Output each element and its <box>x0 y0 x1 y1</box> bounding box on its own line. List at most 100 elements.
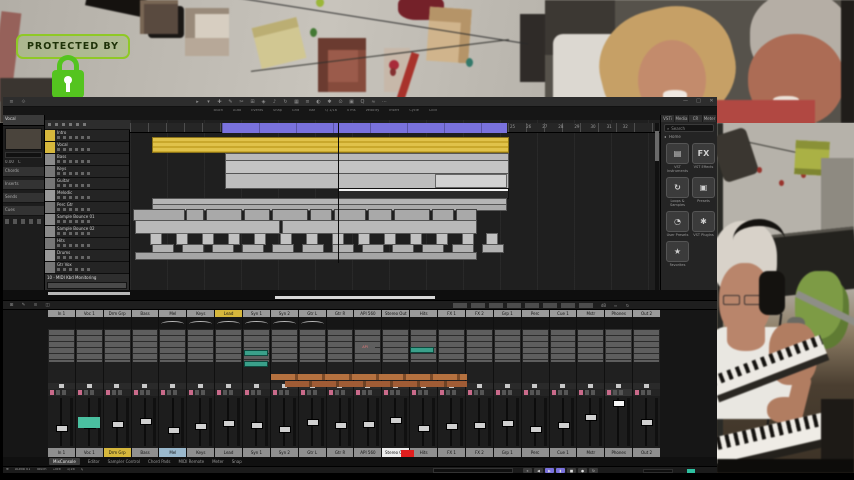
mixer-tool-icon-right[interactable]: ≈ <box>611 303 620 308</box>
channel-name-label[interactable]: Mstr <box>577 448 604 457</box>
tool-icon[interactable]: ▾ <box>204 99 213 105</box>
track-row[interactable]: Sample Bounce 01 <box>45 214 129 226</box>
lower-zone-tab[interactable]: MIDI Remote <box>179 459 205 464</box>
pan-control[interactable] <box>522 383 549 389</box>
fader-cap[interactable] <box>446 423 458 430</box>
channel-buttons[interactable] <box>106 390 129 395</box>
tool-icon[interactable]: ▦ <box>292 99 301 105</box>
fader-cap[interactable] <box>307 419 319 426</box>
audio-clip[interactable] <box>152 137 509 153</box>
channel-buttons[interactable] <box>273 390 296 395</box>
track-name[interactable]: Guitar <box>57 179 127 183</box>
window-control-button[interactable]: □ <box>694 98 703 104</box>
channel-buttons[interactable] <box>552 390 575 395</box>
fader-cap[interactable] <box>251 422 263 429</box>
channel-name-label[interactable]: Syn 1 <box>243 448 270 457</box>
status-item[interactable]: Click <box>53 468 61 472</box>
tool-icon[interactable]: ↻ <box>281 99 290 105</box>
inspector-buttons[interactable] <box>5 219 42 224</box>
status-item[interactable]: Q <box>81 468 84 472</box>
arrange-vscrollbar[interactable] <box>655 123 659 290</box>
mixer-tool-icon-right[interactable]: ↻ <box>623 303 632 308</box>
media-tile-icon[interactable]: ↻ <box>666 177 689 198</box>
channel-buttons[interactable] <box>217 390 240 395</box>
track-name[interactable]: Sample Bounce 01 <box>57 215 127 219</box>
channel-name-label[interactable]: Lead <box>215 448 242 457</box>
track-name[interactable]: Drums <box>57 251 127 255</box>
channel-insert-slots[interactable] <box>411 330 436 362</box>
timeline-ruler[interactable]: 2526272829303132 <box>130 123 660 133</box>
media-search-input[interactable]: ⌕ Search <box>664 124 714 132</box>
status-item[interactable]: ⊕ <box>6 468 9 472</box>
mixer-channel[interactable]: Voc 1 Voc 1 <box>76 310 103 457</box>
channel-buttons[interactable] <box>440 390 463 395</box>
mixer-channel[interactable]: Mel Mel <box>159 310 186 457</box>
channel-header[interactable]: Phones <box>605 310 632 317</box>
group-track-row[interactable]: 10 · MIDI Kbd Monitoring <box>45 274 129 290</box>
channel-insert-slots[interactable] <box>439 330 464 362</box>
track-controls[interactable] <box>57 148 93 151</box>
track-row[interactable]: Keys <box>45 166 129 178</box>
channel-name-label[interactable]: Cue 1 <box>550 448 577 457</box>
track-row[interactable]: Bass <box>45 154 129 166</box>
status-item[interactable]: 1/16 <box>67 468 75 472</box>
tool-icon[interactable]: ▣ <box>347 99 356 105</box>
track-controls[interactable] <box>57 256 93 259</box>
pan-control[interactable] <box>187 383 214 389</box>
info-field[interactable]: Q 1/16 <box>325 109 337 113</box>
volume-value[interactable]: 0.00 <box>5 160 14 164</box>
info-field[interactable]: Auto <box>233 109 241 113</box>
arrange-vscroll-handle[interactable] <box>655 131 659 161</box>
info-field[interactable]: Velocity <box>366 109 380 113</box>
mixer-channel[interactable]: In 1 In 1 <box>48 310 75 457</box>
pan-control[interactable] <box>104 383 131 389</box>
channel-name-label[interactable]: Drm Grp <box>104 448 131 457</box>
window-control-button[interactable]: ✕ <box>707 98 716 104</box>
track-name[interactable]: Hits <box>57 239 127 243</box>
media-tile[interactable]: ✱ VST PlugIns <box>692 211 715 237</box>
channel-insert-slots[interactable] <box>133 330 158 362</box>
channel-header[interactable]: FX 2 <box>466 310 493 317</box>
info-field[interactable]: Click <box>429 109 437 113</box>
insert-slot-active-3[interactable] <box>410 347 434 353</box>
info-field[interactable]: Events <box>251 109 263 113</box>
pan-control[interactable] <box>494 383 521 389</box>
channel-insert-slots[interactable] <box>77 330 102 362</box>
info-field[interactable]: Cycle <box>409 109 419 113</box>
channel-header[interactable]: Hits <box>410 310 437 317</box>
menu-icon[interactable]: ≡⟐ <box>7 99 28 105</box>
lower-zone-tab[interactable]: MixConsole <box>49 458 80 465</box>
media-tile[interactable]: ◔ User Presets <box>666 211 689 237</box>
channel-insert-slots[interactable] <box>523 330 548 362</box>
track-row[interactable]: Hits <box>45 238 129 250</box>
tool-icon[interactable]: ♪ <box>270 99 279 105</box>
channel-insert-slots[interactable] <box>272 330 297 362</box>
audio-clip[interactable] <box>282 220 477 234</box>
channel-name-label[interactable]: Mel <box>159 448 186 457</box>
mixer-toolbar-left[interactable]: ⊞✎≡◫ <box>7 303 52 308</box>
track-name[interactable]: Keys <box>57 167 127 171</box>
audio-clip[interactable] <box>135 252 477 260</box>
channel-header[interactable]: Mel <box>159 310 186 317</box>
fader-cap[interactable] <box>335 422 347 429</box>
media-tile[interactable]: ▣ Presets <box>692 177 715 207</box>
channel-buttons[interactable] <box>384 390 407 395</box>
channel-header[interactable]: Lead <box>215 310 242 317</box>
tool-icon[interactable]: Q <box>358 99 367 105</box>
channel-header[interactable]: Syn 1 <box>243 310 270 317</box>
tool-icon[interactable]: ⊞ <box>248 99 257 105</box>
channel-insert-slots[interactable] <box>105 330 130 362</box>
track-name[interactable]: Vocal <box>57 143 127 147</box>
fader-cap[interactable] <box>530 426 542 433</box>
channel-header[interactable]: Grp 1 <box>494 310 521 317</box>
pan-control[interactable] <box>159 383 186 389</box>
pan-control[interactable] <box>132 383 159 389</box>
info-field[interactable]: Touch <box>213 109 223 113</box>
channel-buttons[interactable] <box>579 390 602 395</box>
fader-lane[interactable] <box>438 396 465 448</box>
insert-slot-active-2[interactable] <box>244 361 268 367</box>
window-control-button[interactable]: — <box>681 98 690 104</box>
track-controls[interactable] <box>57 244 93 247</box>
fader-cap[interactable] <box>223 420 235 427</box>
mixer-channel[interactable]: Lead Lead <box>215 310 242 457</box>
